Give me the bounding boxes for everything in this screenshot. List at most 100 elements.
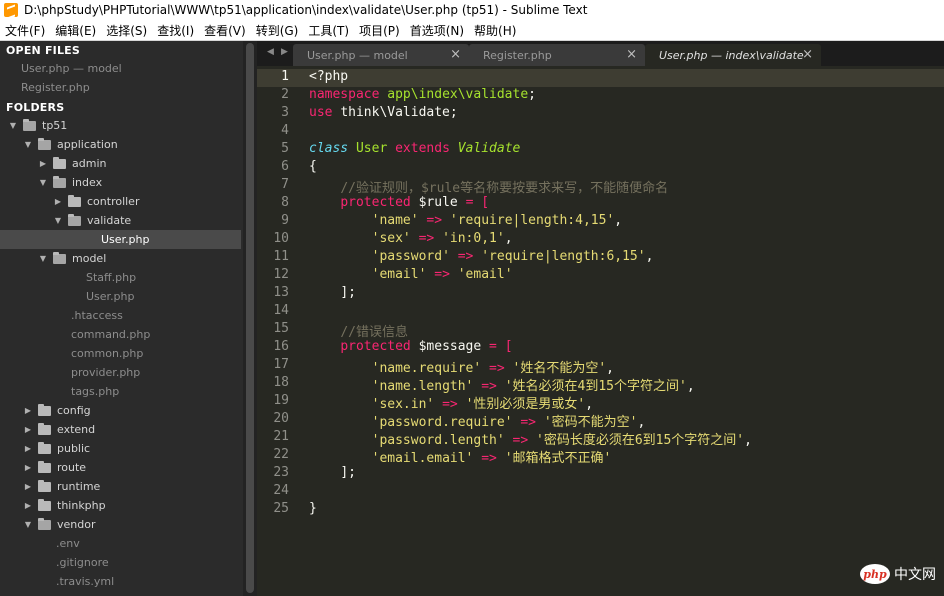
operator: = [ [489,339,513,354]
tree-label: User.php [101,233,150,246]
tree-folder-extend[interactable]: ▶ extend [0,420,241,439]
menu-tools[interactable]: 工具(T) [303,22,354,39]
chevron-right-icon[interactable]: ▶ [23,425,33,435]
tree-file-travis-yml[interactable]: .travis.yml [0,572,241,591]
sidebar-scrollbar[interactable] [243,41,257,596]
tab-register[interactable]: Register.php × [469,44,645,66]
menu-view[interactable]: 查看(V) [199,22,251,39]
tree-folder-vendor[interactable]: ▼ vendor [0,515,241,534]
array-value: '密码长度必须在6到15个字符之间' [536,433,745,448]
menu-selection[interactable]: 选择(S) [101,22,152,39]
chevron-right-icon[interactable]: ▶ [23,463,33,473]
folder-icon [38,479,51,492]
code-line: 'sex' => 'in:0,1', [371,231,513,246]
tree-label: vendor [57,518,96,531]
tab-scroll-left-icon[interactable]: ◀ [267,47,274,57]
window-title: D:\phpStudy\PHPTutorial\WWW\tp51\applica… [24,3,588,17]
menu-edit[interactable]: 编辑(E) [50,22,101,39]
tree-file-staff-php[interactable]: Staff.php [0,268,241,287]
menu-project[interactable]: 项目(P) [354,22,405,39]
tree-folder-route[interactable]: ▶ route [0,458,241,477]
tree-file-provider-php[interactable]: provider.php [0,363,241,382]
chevron-right-icon[interactable]: ▶ [23,444,33,454]
array-value: 'email' [457,267,513,282]
tree-file-htaccess[interactable]: .htaccess [0,306,241,325]
menu-preferences[interactable]: 首选项(N) [405,22,469,39]
line-number: 11 [273,249,289,264]
chevron-right-icon[interactable]: ▶ [23,482,33,492]
array-value: '密码不能为空' [543,415,638,430]
tree-file-user-php-selected[interactable]: User.php [0,230,241,249]
array-value: 'require|length:4,15' [449,213,615,228]
array-key: 'password' [371,249,450,264]
tree-label: config [57,404,91,417]
chevron-down-icon[interactable]: ▼ [23,140,33,150]
folder-open-icon [38,137,51,150]
chevron-down-icon[interactable]: ▼ [53,216,63,226]
tree-label: route [57,461,87,474]
tree-folder-controller[interactable]: ▶ controller [0,192,241,211]
tree-label: model [72,252,107,265]
tree-file-tags-php[interactable]: tags.php [0,382,241,401]
array-value: '姓名不能为空' [512,361,607,376]
keyword: class [309,141,349,156]
tree-folder-config[interactable]: ▶ config [0,401,241,420]
operator: => [418,231,435,246]
tree-label: common.php [71,347,144,360]
line-number: 18 [273,375,289,390]
close-icon[interactable]: × [802,47,813,62]
keyword: protected [340,195,411,210]
tree-file-env[interactable]: .env [0,534,241,553]
close-icon[interactable]: × [626,47,637,62]
variable: $message [418,339,482,354]
menu-help[interactable]: 帮助(H) [469,22,521,39]
code-line: } [309,501,317,516]
tree-file-command-php[interactable]: command.php [0,325,241,344]
tree-folder-runtime[interactable]: ▶ runtime [0,477,241,496]
tree-folder-thinkphp[interactable]: ▶ thinkphp [0,496,241,515]
tab-user-model[interactable]: User.php — model × [293,44,469,66]
array-key: 'password.require' [371,415,513,430]
array-key: 'name.require' [371,361,482,376]
tree-folder-admin[interactable]: ▶ admin [0,154,241,173]
tree-file-gitignore[interactable]: .gitignore [0,553,241,572]
tab-label: User.php — model [307,48,408,62]
brace: { [309,159,317,174]
chevron-right-icon[interactable]: ▶ [38,159,48,169]
code-line: 'email' => 'email' [309,267,513,282]
line-number-gutter: 1 2 3 4 5 6 7 8 9 10 11 12 13 14 15 16 1… [257,66,297,596]
tree-folder-model[interactable]: ▼ model [0,249,241,268]
menu-find[interactable]: 查找(I) [152,22,199,39]
chevron-down-icon[interactable]: ▼ [8,121,18,131]
close-icon[interactable]: × [450,47,461,62]
menu-file[interactable]: 文件(F) [0,22,50,39]
chevron-right-icon[interactable]: ▶ [53,197,63,207]
code-editor[interactable]: 1 2 3 4 5 6 7 8 9 10 11 12 13 14 15 16 1… [257,66,944,596]
code-line: use think\Validate; [309,105,458,120]
line-number: 8 [281,195,289,210]
chevron-right-icon[interactable]: ▶ [23,501,33,511]
menu-goto[interactable]: 转到(G) [251,22,304,39]
tab-scroll-right-icon[interactable]: ▶ [281,47,288,57]
code-line: 'name.require' => '姓名不能为空', [371,361,614,376]
tree-folder-validate[interactable]: ▼ validate [0,211,241,230]
tree-folder-index[interactable]: ▼ index [0,173,241,192]
open-file-item[interactable]: Register.php [21,81,90,94]
tree-folder-application[interactable]: ▼ application [0,135,241,154]
chevron-right-icon[interactable]: ▶ [23,406,33,416]
brace: } [309,501,317,516]
tree-file-user-php[interactable]: User.php [0,287,241,306]
open-file-item[interactable]: User.php — model [21,62,122,75]
chevron-down-icon[interactable]: ▼ [38,178,48,188]
tree-folder-public[interactable]: ▶ public [0,439,241,458]
tree-file-common-php[interactable]: common.php [0,344,241,363]
tree-folder-tp51[interactable]: ▼ tp51 [0,116,241,135]
chevron-down-icon[interactable]: ▼ [23,520,33,530]
chevron-down-icon[interactable]: ▼ [38,254,48,264]
line-number: 7 [281,177,289,192]
tree-label: User.php [86,290,135,303]
line-number: 20 [273,411,289,426]
tab-user-index-validate[interactable]: User.php — index\validate × [645,44,821,66]
sidebar-scroll-thumb[interactable] [246,43,254,593]
operator: => [442,397,458,412]
